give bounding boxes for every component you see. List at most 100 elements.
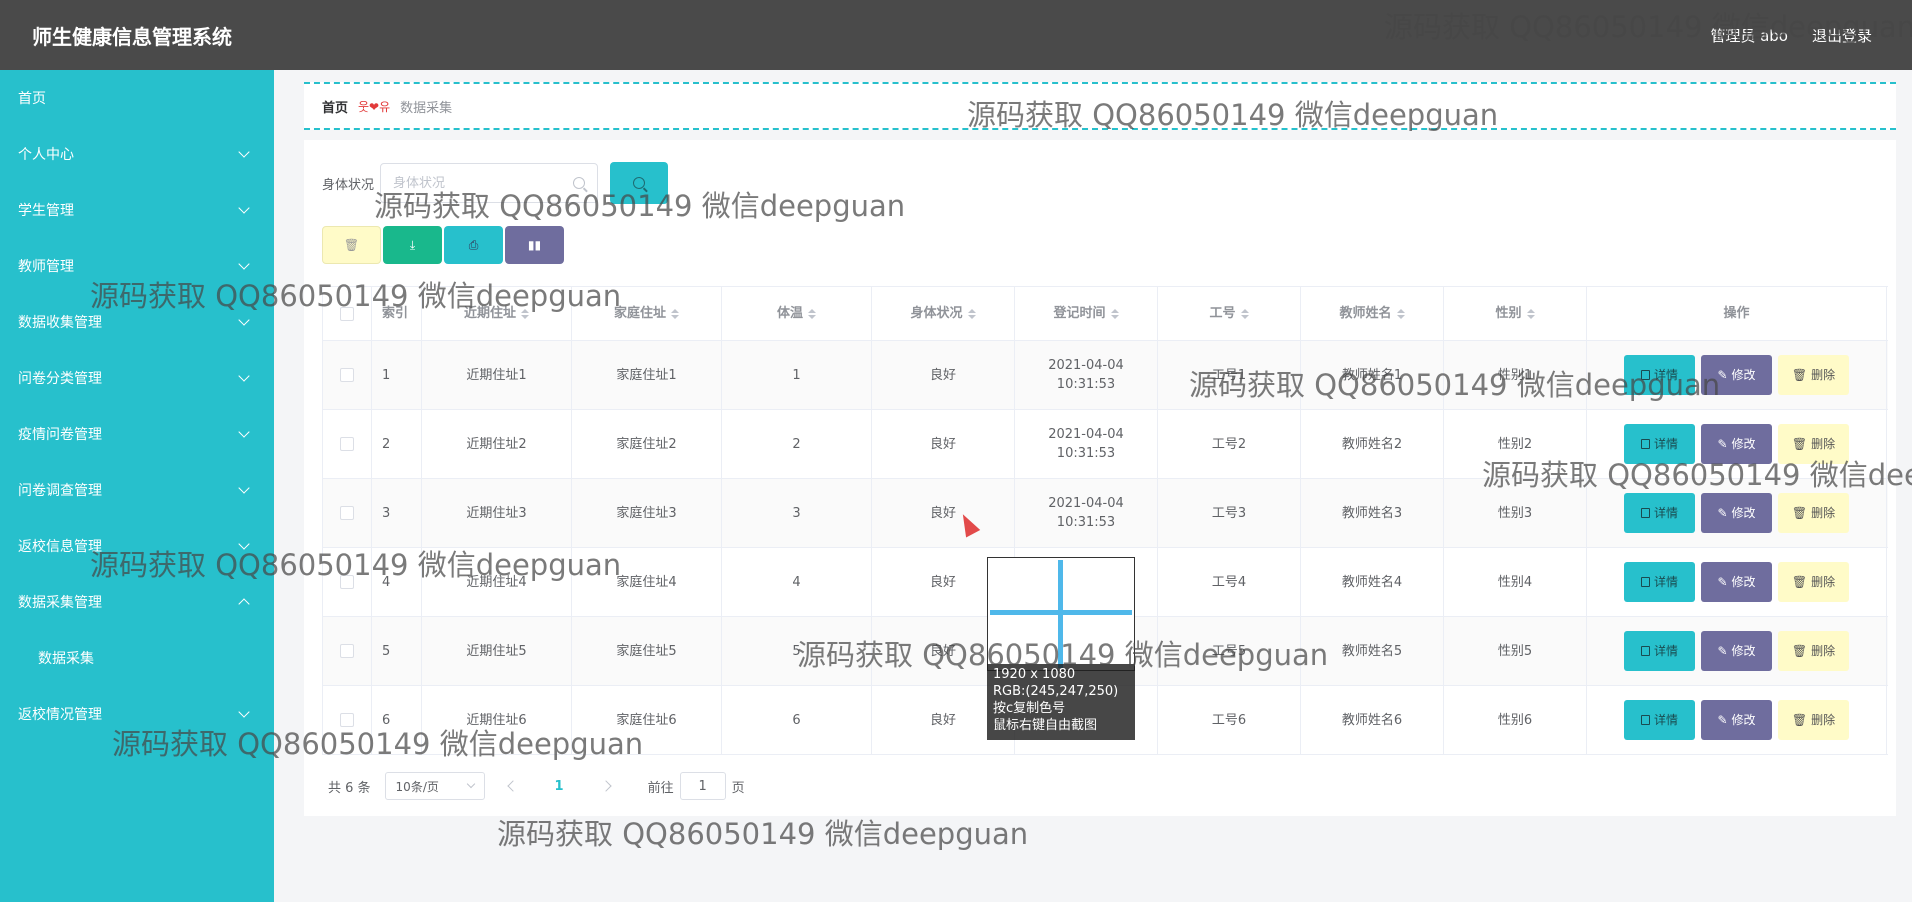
sidebar-item-label: 首页 [18, 91, 46, 107]
row-select-cell [322, 686, 372, 754]
detail-button[interactable]: 详情 [1624, 700, 1695, 740]
select-all-checkbox[interactable] [340, 306, 354, 321]
cell-health-status: 良好 [872, 410, 1015, 478]
sidebar-item-return-status[interactable]: 返校情况管理 [0, 686, 274, 742]
document-icon [1640, 370, 1650, 380]
sidebar-item-label: 数据采集 [38, 651, 94, 667]
detail-button[interactable]: 详情 [1624, 631, 1695, 671]
capture-size: 1920 x 1080 [993, 667, 1076, 682]
sidebar-item-data-acquire[interactable]: 数据采集管理 [0, 574, 274, 630]
prev-page-icon[interactable] [506, 780, 519, 792]
header-cell[interactable]: 教师姓名 [1301, 287, 1444, 340]
capture-hint-copy: 按c复制色号 [993, 701, 1066, 716]
cell-home-address: 家庭住址1 [572, 341, 722, 409]
cell-index: 2 [372, 410, 422, 478]
cell-staff-no: 工号5 [1158, 617, 1301, 685]
current-user[interactable]: 管理员 abo [1710, 25, 1788, 46]
edit-button[interactable]: ✎ 修改 [1701, 631, 1772, 671]
table-header: 索引 近期住址 家庭住址 体温 身体状况 登记时间 工号 教师姓名 性别 操作 [322, 287, 1888, 341]
cell-recent-address: 近期住址2 [422, 410, 572, 478]
detail-button[interactable]: 详情 [1624, 562, 1695, 602]
row-checkbox[interactable] [340, 713, 354, 727]
sort-icon [521, 308, 529, 319]
delete-label: 删除 [1811, 367, 1836, 382]
document-icon [1640, 577, 1650, 587]
cell-actions: 详情 ✎ 修改 🗑 删除 [1587, 410, 1887, 478]
search-input[interactable] [393, 175, 564, 191]
edit-button[interactable]: ✎ 修改 [1701, 355, 1772, 395]
print-button[interactable]: ⎙ [444, 226, 503, 264]
sidebar-item-survey[interactable]: 问卷调查管理 [0, 462, 274, 518]
breadcrumb-home[interactable]: 首页 [322, 97, 348, 116]
header-cell[interactable]: 家庭住址 [572, 287, 722, 340]
chart-button[interactable]: ▮▮ [505, 226, 564, 264]
cell-staff-no: 工号2 [1158, 410, 1301, 478]
sidebar-item-label: 返校情况管理 [18, 707, 102, 723]
sidebar-item-home[interactable]: 首页 [0, 70, 274, 126]
search-button[interactable] [610, 162, 669, 204]
page-number-current[interactable]: 1 [555, 779, 564, 794]
header-cell[interactable]: 近期住址 [422, 287, 572, 340]
sidebar-item-teachers[interactable]: 教师管理 [0, 238, 274, 294]
batch-delete-button[interactable]: 🗑 [322, 226, 381, 264]
sidebar-item-data-collect[interactable]: 数据收集管理 [0, 294, 274, 350]
search-icon [573, 177, 586, 189]
delete-button[interactable]: 🗑 删除 [1778, 631, 1849, 671]
sidebar-subitem-data-acquire[interactable]: 数据采集 [0, 630, 274, 686]
delete-button[interactable]: 🗑 删除 [1778, 562, 1849, 602]
detail-label: 详情 [1653, 367, 1678, 382]
header-cell[interactable]: 身体状况 [872, 287, 1015, 340]
detail-button[interactable]: 详情 [1624, 424, 1695, 464]
cell-actions: 详情 ✎ 修改 🗑 删除 [1587, 686, 1887, 754]
cell-temperature: 5 [722, 617, 872, 685]
delete-button[interactable]: 🗑 删除 [1778, 355, 1849, 395]
next-page-icon[interactable] [599, 780, 612, 792]
row-checkbox[interactable] [340, 644, 354, 658]
cell-home-address: 家庭住址5 [572, 617, 722, 685]
document-icon [1640, 439, 1650, 449]
detail-button[interactable]: 详情 [1624, 493, 1695, 533]
table-row: 3 近期住址3 家庭住址3 3 良好 2021-04-04 10:31:53 工号3 教师姓名… [322, 479, 1888, 548]
edit-button[interactable]: ✎ 修改 [1701, 493, 1772, 533]
sidebar-item-return-info[interactable]: 返校信息管理 [0, 518, 274, 574]
cell-index: 1 [372, 341, 422, 409]
capture-rgb: RGB:(245,247,250) [993, 684, 1119, 699]
cell-staff-no: 工号1 [1158, 341, 1301, 409]
row-checkbox[interactable] [340, 575, 354, 589]
row-checkbox[interactable] [340, 506, 354, 520]
sidebar-item-personal[interactable]: 个人中心 [0, 126, 274, 182]
chevron-down-icon [238, 258, 250, 270]
sidebar-item-survey-category[interactable]: 问卷分类管理 [0, 350, 274, 406]
trash-icon: 🗑 [1791, 367, 1808, 382]
header-cell[interactable]: 工号 [1158, 287, 1301, 340]
row-checkbox[interactable] [340, 368, 354, 382]
detail-button[interactable]: 详情 [1624, 355, 1695, 395]
row-checkbox[interactable] [340, 437, 354, 451]
delete-button[interactable]: 🗑 删除 [1778, 493, 1849, 533]
edit-button[interactable]: ✎ 修改 [1701, 424, 1772, 464]
goto-page-input[interactable]: 1 [679, 772, 726, 800]
cell-actions: 详情 ✎ 修改 🗑 删除 [1587, 341, 1887, 409]
header-cell[interactable]: 体温 [722, 287, 872, 340]
chevron-down-icon [238, 146, 250, 158]
search-icon [633, 177, 646, 189]
download-button[interactable]: ⤓ [383, 226, 442, 264]
capture-info: 1920 x 1080 RGB:(245,247,250) 按c复制色号 鼠标右… [987, 664, 1135, 740]
logout-button[interactable]: 退出登录 [1812, 25, 1872, 46]
header-cell[interactable]: 性别 [1444, 287, 1587, 340]
cell-recent-address: 近期住址3 [422, 479, 572, 547]
edit-label: 修改 [1731, 643, 1756, 658]
header-cell[interactable]: 登记时间 [1015, 287, 1158, 340]
chevron-down-icon [238, 706, 250, 718]
delete-button[interactable]: 🗑 删除 [1778, 424, 1849, 464]
edit-button[interactable]: ✎ 修改 [1701, 700, 1772, 740]
header-label: 工号 [1209, 306, 1236, 321]
delete-button[interactable]: 🗑 删除 [1778, 700, 1849, 740]
edit-label: 修改 [1731, 505, 1756, 520]
table-row: 2 近期住址2 家庭住址2 2 良好 2021-04-04 10:31:53 工号2 教师姓名… [322, 410, 1888, 479]
pencil-icon: ✎ [1717, 505, 1728, 520]
sidebar-item-students[interactable]: 学生管理 [0, 182, 274, 238]
page-size-select[interactable]: 10条/页 [384, 772, 485, 800]
edit-button[interactable]: ✎ 修改 [1701, 562, 1772, 602]
sidebar-item-epidemic-survey[interactable]: 疫情问卷管理 [0, 406, 274, 462]
